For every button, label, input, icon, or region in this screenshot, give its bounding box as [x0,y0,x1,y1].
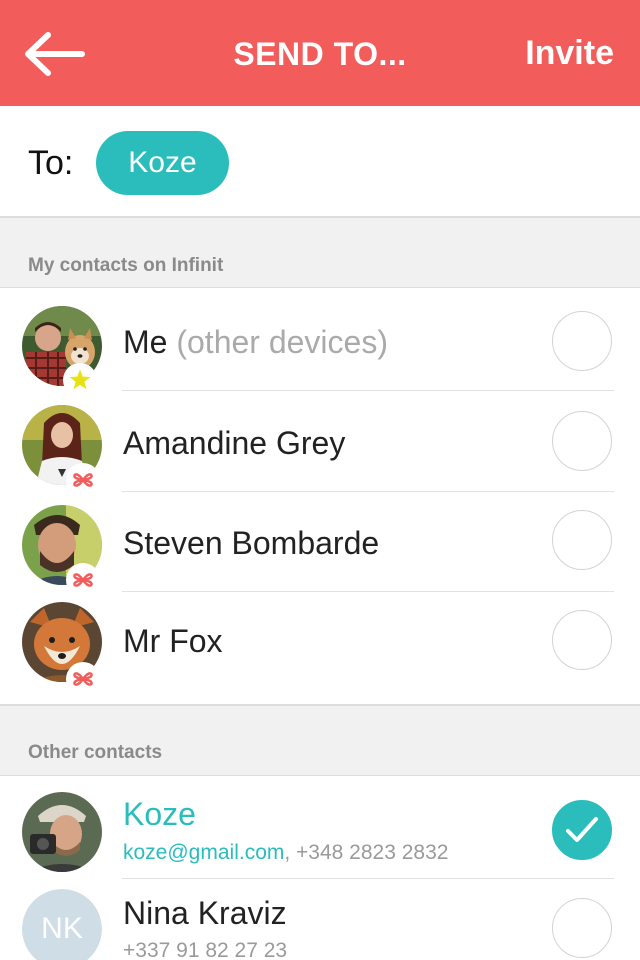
avatar: NK [22,889,102,960]
section-header-infinit: My contacts on Infinit [0,216,640,288]
contact-name: Steven Bombarde [123,525,380,561]
section-label-infinit: My contacts on Infinit [28,255,224,276]
avatar-initials: NK [22,889,102,960]
top-bar: SEND TO... Invite [0,0,640,106]
contact-details: koze@gmail.com, +348 2823 2832 [123,841,449,864]
contact-row-nina-kraviz[interactable]: NK Nina Kraviz +337 91 82 27 23 [0,879,640,960]
contact-row-amandine-grey[interactable]: Amandine Grey [0,391,640,497]
contact-name: Koze [123,796,196,832]
recipients-bar: To: Koze [0,106,640,216]
infinit-logo-icon [73,473,93,487]
select-checkbox[interactable] [552,898,612,958]
back-button[interactable] [22,30,86,78]
contact-name: Mr Fox [123,623,223,659]
contact-row-steven-bombarde[interactable]: Steven Bombarde [0,492,640,597]
select-checkbox[interactable] [552,311,612,371]
to-label: To: [28,144,74,182]
select-checkbox-checked[interactable] [552,800,612,860]
contact-name-suffix: (other devices) [167,324,388,360]
contact-email: koze@gmail.com [123,841,285,864]
contact-name: Me (other devices) [123,324,388,360]
infinit-logo-icon [73,573,93,587]
avatar [22,792,102,872]
contact-name: Amandine Grey [123,425,346,461]
select-checkbox[interactable] [552,411,612,471]
infinit-badge [66,662,100,696]
select-checkbox[interactable] [552,610,612,670]
invite-button[interactable]: Invite [525,34,614,73]
contact-phone: +348 2823 2832 [296,841,449,864]
contact-name: Nina Kraviz [123,895,287,931]
contact-row-me[interactable]: Me (other devices) [0,288,640,397]
checkmark-icon [566,817,598,842]
contact-row-mr-fox[interactable]: Mr Fox [0,592,640,704]
arrow-left-icon [25,32,85,76]
contact-row-koze[interactable]: Koze koze@gmail.com, +348 2823 2832 [0,776,640,879]
select-checkbox[interactable] [552,510,612,570]
recipient-chip-koze[interactable]: Koze [96,131,229,195]
star-icon [69,369,91,390]
contact-phone: +337 91 82 27 23 [123,939,288,960]
section-label-other: Other contacts [28,742,163,763]
infinit-logo-icon [73,672,93,686]
section-header-other: Other contacts [0,704,640,776]
